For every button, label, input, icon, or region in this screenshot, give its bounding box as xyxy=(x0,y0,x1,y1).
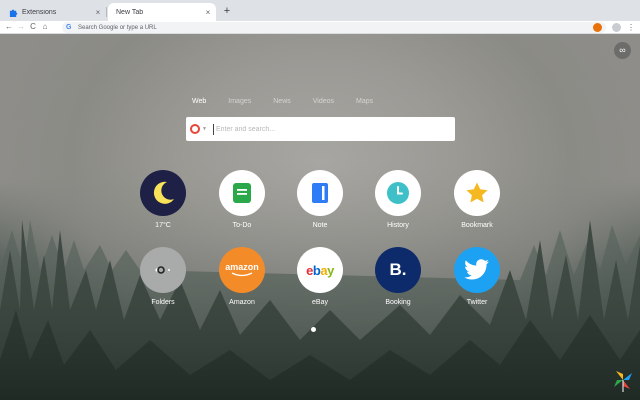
ebay-logo: ebay xyxy=(297,247,343,293)
tab-divider xyxy=(106,7,107,17)
page-indicator-dot[interactable] xyxy=(311,327,316,332)
tile-bookmark[interactable]: Bookmark xyxy=(447,170,507,229)
close-tab-icon[interactable]: × xyxy=(93,8,103,17)
tile-twitter[interactable]: Twitter xyxy=(447,247,507,306)
puzzle-icon xyxy=(9,9,18,17)
tab-new-tab[interactable]: New Tab × xyxy=(108,3,216,21)
search-tab-web[interactable]: Web xyxy=(192,98,206,105)
tab-strip: Extensions × New Tab × + xyxy=(0,0,640,21)
tile-booking[interactable]: B. Booking xyxy=(368,247,428,306)
new-tab-button[interactable]: + xyxy=(220,4,234,18)
twitter-bird-icon xyxy=(454,247,500,293)
tile-history[interactable]: History xyxy=(368,170,428,229)
moon-icon xyxy=(140,170,186,216)
booking-logo: B. xyxy=(375,247,421,293)
tile-folders[interactable]: Folders xyxy=(133,247,193,306)
amazon-logo-text: amazon xyxy=(225,262,259,272)
search-tab-images[interactable]: Images xyxy=(228,98,251,105)
tile-weather[interactable]: 17°C xyxy=(133,170,193,229)
search-box[interactable]: ▼ xyxy=(186,117,455,141)
profile-avatar[interactable] xyxy=(612,23,621,32)
browser-menu-icon[interactable]: ⋮ xyxy=(627,22,635,33)
tile-label: To-Do xyxy=(232,222,252,229)
tile-label: Twitter xyxy=(466,299,488,306)
amazon-smile-icon xyxy=(231,272,253,277)
tile-label: Amazon xyxy=(229,299,255,306)
tile-label: 17°C xyxy=(155,222,171,229)
tile-todo[interactable]: To-Do xyxy=(212,170,272,229)
forward-button[interactable]: → xyxy=(15,21,27,33)
tab-extensions[interactable]: Extensions × xyxy=(4,3,106,21)
todo-icon xyxy=(219,170,265,216)
pinwheel-icon[interactable] xyxy=(612,369,634,393)
tile-label: Bookmark xyxy=(461,222,493,229)
star-icon xyxy=(454,170,500,216)
note-icon xyxy=(297,170,343,216)
reload-button[interactable]: C xyxy=(27,21,39,33)
clock-icon xyxy=(375,170,421,216)
browser-toolbar: ← → C ⌂ G Search Google or type a URL ☆ … xyxy=(0,21,640,34)
back-button[interactable]: ← xyxy=(3,21,15,33)
text-cursor xyxy=(212,123,214,135)
new-tab-page: ∞ Web Images News Videos Maps ▼ 17°C To-… xyxy=(0,34,640,400)
tab-title: New Tab xyxy=(116,8,144,16)
close-tab-icon[interactable]: × xyxy=(203,8,213,17)
search-tab-maps[interactable]: Maps xyxy=(356,98,373,105)
infinity-menu-button[interactable]: ∞ xyxy=(614,42,631,59)
extension-icon[interactable] xyxy=(593,23,602,32)
google-icon: G xyxy=(66,23,72,31)
tile-ebay[interactable]: ebay eBay xyxy=(290,247,350,306)
search-category-tabs: Web Images News Videos Maps xyxy=(192,98,395,105)
tile-label: History xyxy=(387,222,409,229)
tile-label: Note xyxy=(312,222,328,229)
tile-note[interactable]: Note xyxy=(290,170,350,229)
tile-label: Booking xyxy=(385,299,411,306)
tab-title: Extensions xyxy=(22,8,57,16)
chevron-down-icon[interactable]: ▼ xyxy=(202,126,207,132)
amazon-logo: amazon xyxy=(219,247,265,293)
address-bar[interactable]: G Search Google or type a URL ☆ xyxy=(62,22,606,33)
search-input[interactable] xyxy=(215,125,436,133)
search-tab-videos[interactable]: Videos xyxy=(313,98,334,105)
tile-amazon[interactable]: amazon Amazon xyxy=(212,247,272,306)
folder-icon xyxy=(140,247,186,293)
tile-label: Folders xyxy=(151,299,175,306)
search-engine-icon[interactable] xyxy=(190,124,200,134)
ebay-logo-text: ebay xyxy=(306,262,334,278)
booking-logo-text: B. xyxy=(389,260,407,279)
tile-label: eBay xyxy=(312,299,328,306)
home-button[interactable]: ⌂ xyxy=(39,21,51,33)
search-tab-news[interactable]: News xyxy=(273,98,291,105)
address-placeholder: Search Google or type a URL xyxy=(78,24,157,31)
